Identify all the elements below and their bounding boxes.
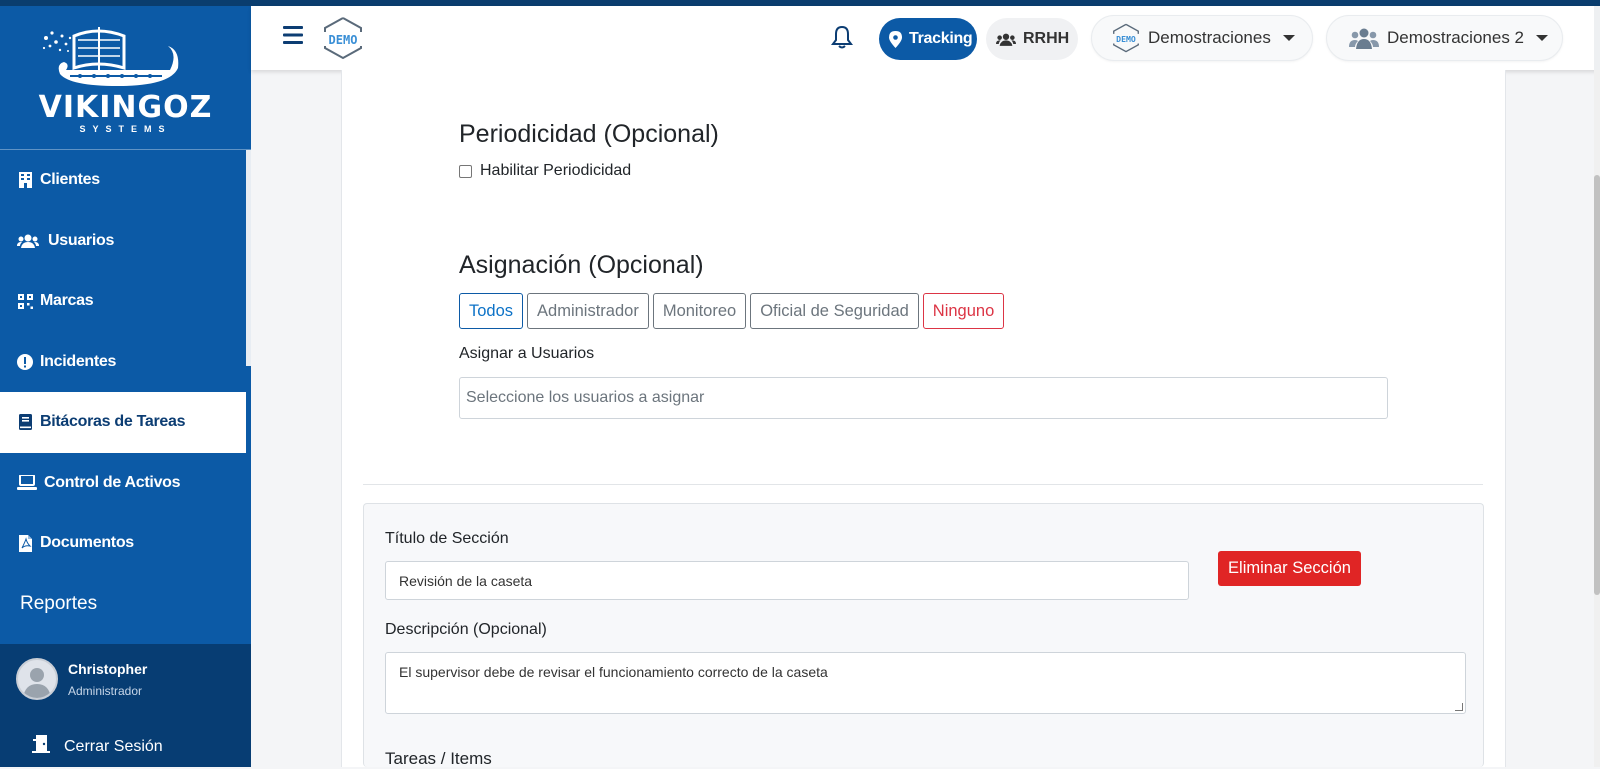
group-users-icon xyxy=(1349,27,1379,49)
avatar[interactable] xyxy=(16,658,58,700)
assign-users-placeholder: Seleccione los usuarios a asignar xyxy=(466,389,705,406)
demo-logo-text: DEMO xyxy=(329,33,358,47)
sidebar-item-clientes[interactable]: Clientes xyxy=(0,150,246,211)
section-description-value: El supervisor debe de revisar el funcion… xyxy=(399,664,828,680)
demo-logo[interactable]: DEMO xyxy=(323,16,363,65)
logout-label: Cerrar Sesión xyxy=(64,737,163,755)
company-select-value: Demostraciones xyxy=(1148,28,1271,47)
building-icon xyxy=(16,171,34,189)
laptop-icon xyxy=(16,474,38,492)
bell-icon[interactable] xyxy=(831,25,853,54)
sidebar-item-usuarios[interactable]: Usuarios xyxy=(0,211,246,272)
sidebar-nav: Clientes Usuarios Marcas Incidentes Bitá… xyxy=(0,150,246,634)
sidebar-item-label: Clientes xyxy=(40,171,100,189)
sidebar-item-bitacoras[interactable]: Bitácoras de Tareas xyxy=(0,392,246,453)
sidebar-item-incidentes[interactable]: Incidentes xyxy=(0,332,246,393)
assign-users-select[interactable]: Seleccione los usuarios a asignar xyxy=(459,377,1388,419)
section-title-label: Título de Sección xyxy=(385,530,509,547)
sidebar-item-label: Marcas xyxy=(40,292,94,310)
resize-grip-icon[interactable] xyxy=(1455,703,1463,711)
assignment-title: Asignación (Opcional) xyxy=(459,251,704,279)
role-button-oficial-seguridad[interactable]: Oficial de Seguridad xyxy=(750,293,919,329)
users-icon xyxy=(996,33,1016,46)
demo-company-icon: DEMO xyxy=(1112,23,1140,53)
sidebar-item-label: Usuarios xyxy=(48,231,115,249)
sidebar-item-label: Documentos xyxy=(40,534,134,552)
top-header: DEMO Tracking RRHH DEMO Demostraciones D… xyxy=(251,6,1600,70)
brand-logo[interactable]: VIKINGOZ SYSTEMS xyxy=(0,6,251,150)
main-scrollbar-thumb[interactable] xyxy=(1594,175,1600,595)
tracking-button[interactable]: Tracking xyxy=(879,18,977,60)
logout-button[interactable]: Cerrar Sesión xyxy=(30,734,163,759)
brand-tagline: SYSTEMS xyxy=(79,124,172,134)
demo-company-icon-text: DEMO xyxy=(1116,34,1136,44)
section-description-textarea[interactable]: El supervisor debe de revisar el funcion… xyxy=(385,652,1466,714)
sidebar-item-marcas[interactable]: Marcas xyxy=(0,271,246,332)
users-icon xyxy=(16,232,40,250)
rrhh-label: RRHH xyxy=(1023,30,1070,47)
sidebar-item-documentos[interactable]: Documentos xyxy=(0,513,246,574)
divider xyxy=(363,484,1483,485)
rrhh-button[interactable]: RRHH xyxy=(986,18,1078,60)
periodicity-title: Periodicidad (Opcional) xyxy=(459,120,719,148)
hamburger-menu-icon[interactable] xyxy=(283,26,303,49)
group-select-value: Demostraciones 2 xyxy=(1387,28,1525,47)
alert-circle-icon xyxy=(16,353,34,371)
tasks-items-label: Tareas / Items xyxy=(385,749,492,768)
qr-grid-icon xyxy=(16,292,34,310)
role-button-todos[interactable]: Todos xyxy=(459,293,524,329)
main-scrollbar[interactable] xyxy=(1594,70,1600,767)
periodicity-checkbox[interactable] xyxy=(459,164,472,178)
sidebar: VIKINGOZ SYSTEMS Clientes Usuarios Marca… xyxy=(0,6,251,767)
user-role: Administrador xyxy=(68,684,143,698)
role-button-administrador[interactable]: Administrador xyxy=(527,293,649,329)
sidebar-item-control-activos[interactable]: Control de Activos xyxy=(0,453,246,514)
book-icon xyxy=(16,413,34,431)
role-button-monitoreo[interactable]: Monitoreo xyxy=(652,293,747,329)
delete-section-button[interactable]: Eliminar Sección xyxy=(1218,551,1361,586)
section-title-input[interactable]: Revisión de la caseta xyxy=(385,561,1189,600)
role-filter-group: Todos Administrador Monitoreo Oficial de… xyxy=(459,293,1008,329)
door-exit-icon xyxy=(30,734,52,759)
sidebar-item-label: Control de Activos xyxy=(44,473,181,491)
sidebar-scrollbar[interactable] xyxy=(246,150,251,366)
user-panel: Christopher Administrador Cerrar Sesión xyxy=(0,644,251,767)
chevron-down-icon xyxy=(1536,35,1549,41)
user-name: Christopher xyxy=(68,661,148,677)
map-pin-icon xyxy=(889,30,902,48)
section-title-value: Revisión de la caseta xyxy=(399,572,533,589)
section-description-label: Descripción (Opcional) xyxy=(385,621,547,638)
brand-name: VIKINGOZ xyxy=(38,90,213,125)
assign-users-label: Asignar a Usuarios xyxy=(459,345,595,362)
periodicity-checkbox-label: Habilitar Periodicidad xyxy=(480,162,632,179)
group-select[interactable]: Demostraciones 2 xyxy=(1326,15,1563,61)
chevron-down-icon xyxy=(1282,35,1295,41)
pdf-file-icon xyxy=(16,534,34,552)
tracking-label: Tracking xyxy=(909,30,973,47)
role-button-ninguno[interactable]: Ninguno xyxy=(922,293,1005,329)
sidebar-item-label: Reportes xyxy=(20,592,98,614)
periodicity-checkbox-row[interactable]: Habilitar Periodicidad xyxy=(459,162,631,180)
viking-ship-logo-icon xyxy=(42,27,179,86)
sidebar-item-label: Bitácoras de Tareas xyxy=(40,413,186,431)
sidebar-item-reportes[interactable]: Reportes xyxy=(0,574,246,635)
company-select[interactable]: DEMO Demostraciones xyxy=(1091,15,1313,61)
header-scrollbar-track xyxy=(1594,6,1600,70)
sidebar-item-label: Incidentes xyxy=(40,352,117,370)
